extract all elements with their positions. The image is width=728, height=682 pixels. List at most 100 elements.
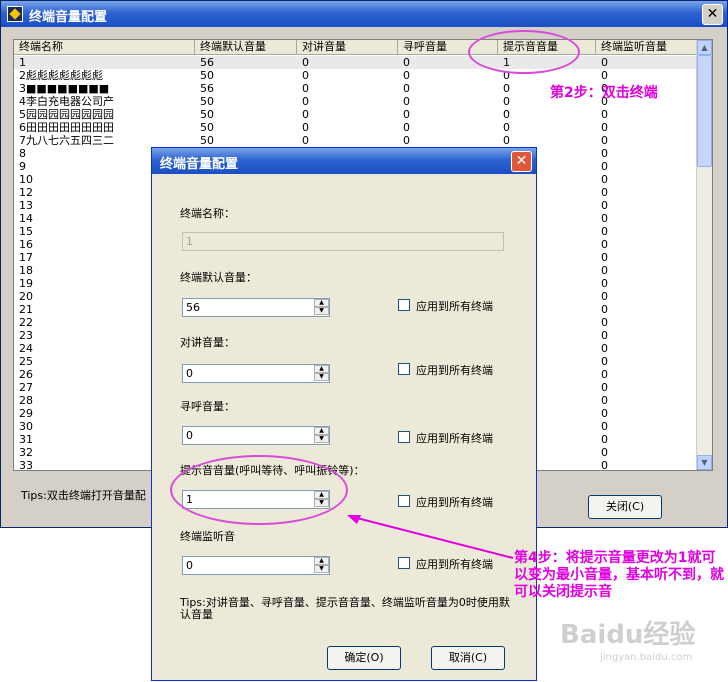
default-volume-stepper[interactable]: 56 ▲ ▼ (182, 298, 330, 317)
table-cell: 21 (19, 303, 33, 316)
table-cell: 56 (200, 56, 214, 69)
table-cell: 0 (601, 459, 608, 471)
table-cell: 0 (601, 290, 608, 303)
talk-volume-label: 对讲音量： (180, 336, 235, 349)
column-header[interactable]: 终端默认音量 (195, 40, 297, 55)
highlight-ellipse (468, 30, 580, 74)
table-cell: 26 (19, 368, 33, 381)
table-cell: 0 (601, 147, 608, 160)
table-cell: 0 (302, 56, 309, 69)
table-cell: 0 (403, 56, 410, 69)
table-cell: 23 (19, 329, 33, 342)
table-cell: 0 (403, 69, 410, 82)
spin-down-icon[interactable]: ▼ (314, 307, 329, 315)
spin-up-icon[interactable]: ▲ (314, 365, 329, 373)
table-cell: 32 (19, 446, 33, 459)
table-cell: 8 (19, 147, 26, 160)
table-row[interactable]: 5园园园园园园园园 50 0 0 0 0 (14, 108, 700, 121)
table-cell: 24 (19, 342, 33, 355)
table-cell: 0 (601, 108, 608, 121)
table-cell: 0 (403, 134, 410, 147)
table-cell: 0 (601, 173, 608, 186)
table-cell: 0 (601, 420, 608, 433)
table-cell: 10 (19, 173, 33, 186)
table-row[interactable]: 6田田田田田田田田 50 0 0 0 0 (14, 121, 700, 134)
main-tips: Tips:双击终端打开音量配 (21, 489, 146, 502)
table-cell: 30 (19, 420, 33, 433)
scroll-thumb[interactable] (697, 55, 712, 167)
table-cell: 29 (19, 407, 33, 420)
cancel-button[interactable]: 取消(C) (431, 646, 505, 670)
default-volume-label: 终端默认音量： (180, 271, 257, 284)
table-cell: 0 (302, 121, 309, 134)
table-row[interactable]: 7九八七六五四三二 50 0 0 0 0 (14, 134, 700, 147)
spin-down-icon[interactable]: ▼ (314, 435, 329, 443)
table-cell: 0 (601, 303, 608, 316)
table-cell: 15 (19, 225, 33, 238)
column-header[interactable]: 终端名称 (14, 40, 195, 55)
page-volume-value: 0 (186, 429, 193, 442)
name-label: 终端名称： (180, 207, 235, 220)
spin-up-icon[interactable]: ▲ (314, 427, 329, 435)
checkbox-box[interactable] (398, 363, 410, 375)
table-cell: 0 (403, 108, 410, 121)
table-row[interactable]: 1 56 0 0 1 0 (14, 56, 700, 69)
scroll-down-icon[interactable]: ▼ (697, 455, 712, 470)
checkbox-box[interactable] (398, 431, 410, 443)
table-cell: 0 (601, 186, 608, 199)
table-cell: 0 (503, 82, 510, 95)
table-cell: 1 (19, 56, 26, 69)
main-titlebar[interactable]: 终端音量配置 ✕ (1, 1, 727, 27)
arrow-icon (347, 515, 514, 559)
vertical-scrollbar[interactable]: ▲ ▼ (696, 40, 712, 470)
table-cell: 0 (601, 225, 608, 238)
table-cell: 56 (200, 82, 214, 95)
table-cell: 0 (302, 108, 309, 121)
table-cell: 0 (601, 264, 608, 277)
table-cell: 0 (601, 56, 608, 69)
table-cell: 2彪彪彪彪彪彪彪 (19, 69, 103, 82)
default-volume-value: 56 (186, 301, 200, 314)
table-cell: 0 (601, 277, 608, 290)
main-title: 终端音量配置 (29, 10, 108, 25)
table-row[interactable]: 2彪彪彪彪彪彪彪 50 0 0 0 0 (14, 69, 700, 82)
scroll-up-icon[interactable]: ▲ (697, 40, 712, 55)
column-header[interactable]: 对讲音量 (297, 40, 398, 55)
table-cell: 3■■■■■■■■ (19, 82, 110, 95)
table-cell: 50 (200, 134, 214, 147)
spin-down-icon[interactable]: ▼ (314, 565, 329, 573)
table-cell: 0 (601, 368, 608, 381)
talk-volume-stepper[interactable]: 0 ▲ ▼ (182, 364, 330, 383)
table-cell: 0 (601, 407, 608, 420)
table-cell: 0 (601, 134, 608, 147)
table-cell: 18 (19, 264, 33, 277)
table-cell: 0 (601, 121, 608, 134)
column-header[interactable]: 终端监听音量 (596, 40, 700, 55)
spin-up-icon[interactable]: ▲ (314, 557, 329, 565)
close-button[interactable]: 关闭(C) (588, 495, 662, 519)
table-cell: 0 (601, 342, 608, 355)
monitor-volume-stepper[interactable]: 0 ▲ ▼ (182, 556, 330, 575)
dialog-titlebar[interactable]: 终端音量配置 ✕ (152, 148, 536, 174)
step4-annotation: 第4步：将提示音量更改为1就可以变为最小音量，基本听不到，就可以关闭提示音 (514, 550, 724, 600)
table-cell: 31 (19, 433, 33, 446)
monitor-volume-label: 终端监听音 (180, 530, 235, 543)
spin-up-icon[interactable]: ▲ (314, 299, 329, 307)
apply-all-label: 应用到所有终端 (416, 432, 493, 445)
spin-down-icon[interactable]: ▼ (314, 373, 329, 381)
highlight-ellipse (170, 455, 348, 525)
checkbox-box[interactable] (398, 299, 410, 311)
checkbox-box[interactable] (398, 495, 410, 507)
table-cell: 50 (200, 69, 214, 82)
table-cell: 0 (601, 316, 608, 329)
table-cell: 0 (601, 394, 608, 407)
page-volume-stepper[interactable]: 0 ▲ ▼ (182, 426, 330, 445)
table-cell: 0 (601, 251, 608, 264)
ok-button[interactable]: 确定(O) (327, 646, 401, 670)
close-icon[interactable]: ✕ (702, 4, 723, 25)
table-cell: 0 (403, 95, 410, 108)
table-cell: 0 (601, 69, 608, 82)
table-cell: 33 (19, 459, 33, 471)
dialog-close-icon[interactable]: ✕ (511, 151, 532, 172)
table-cell: 0 (403, 121, 410, 134)
